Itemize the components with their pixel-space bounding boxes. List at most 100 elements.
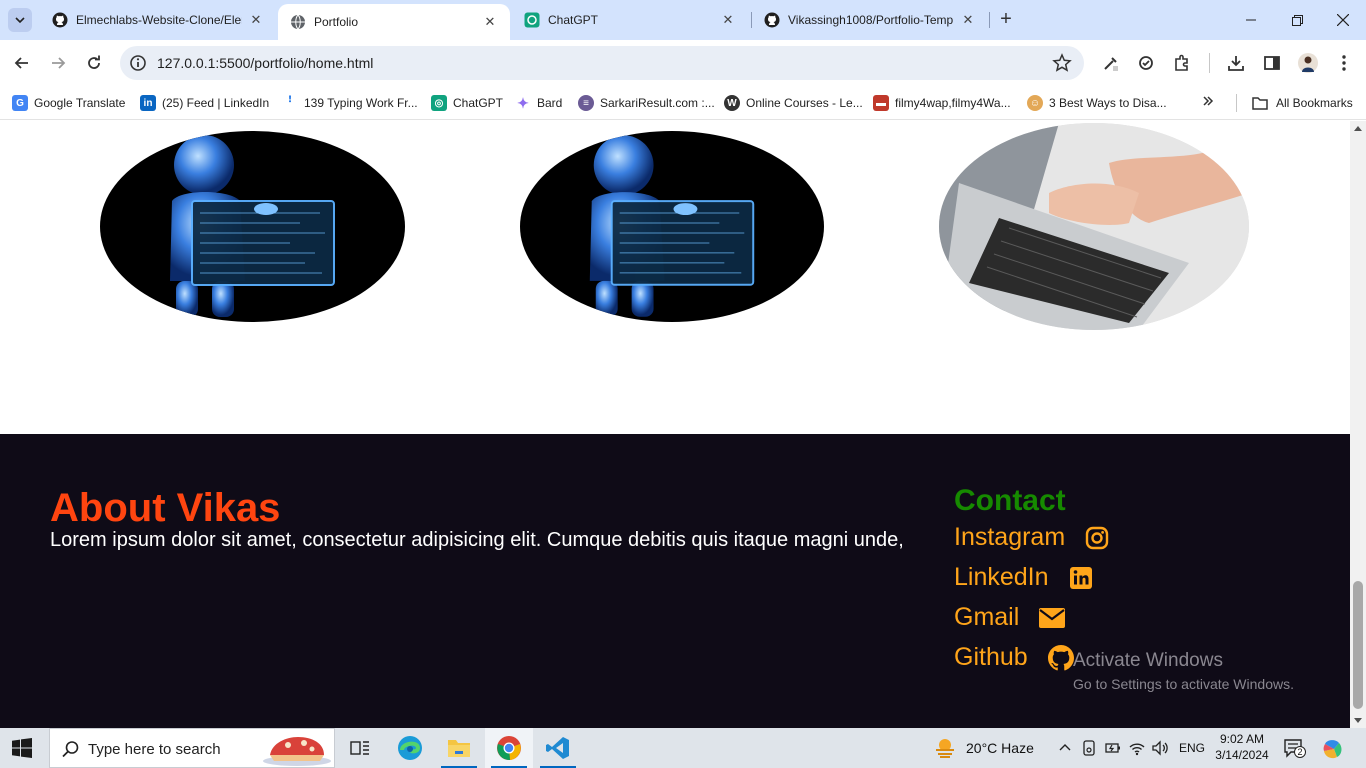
reload-icon [88, 55, 100, 69]
taskbar-edge[interactable] [386, 728, 434, 768]
bookmark-google-translate[interactable]: G Google Translate [12, 92, 125, 114]
colorful-app-icon [1323, 740, 1342, 759]
network-icon[interactable] [1128, 739, 1146, 757]
close-icon[interactable]: ✕ [720, 12, 736, 28]
folder-icon [448, 740, 470, 757]
reload-button[interactable] [78, 47, 110, 79]
battery-icon[interactable] [1104, 739, 1122, 757]
activate-windows-title: Activate Windows [1073, 650, 1223, 671]
film-icon: ▬ [873, 95, 889, 111]
contact-link-github[interactable]: Github [954, 643, 1074, 672]
contact-link-gmail[interactable]: Gmail [954, 603, 1066, 632]
scrollbar-thumb[interactable] [1353, 581, 1363, 709]
taskbar-file-explorer[interactable] [435, 728, 483, 768]
vscode-icon [546, 737, 569, 759]
weather-haze-icon[interactable] [934, 737, 956, 759]
contact-link-label: Gmail [954, 603, 1020, 631]
chevron-up-icon [1059, 744, 1071, 751]
battery-charging-icon [1105, 743, 1120, 753]
arrow-left-icon [14, 57, 28, 69]
downloads-button[interactable] [1225, 52, 1247, 74]
bookmark-sarkariresult[interactable]: ≡ SarkariResult.com :... [578, 92, 715, 114]
tab-elmechlabs[interactable]: Elmechlabs-Website-Clone/Elen ✕ [40, 0, 276, 40]
more-bookmarks-button[interactable] [1202, 95, 1214, 110]
all-bookmarks-button[interactable]: All Bookmarks [1252, 92, 1353, 114]
eyedropper-extension-button[interactable] [1100, 52, 1122, 74]
restore-button[interactable] [1274, 0, 1320, 40]
page-scrollbar[interactable] [1350, 121, 1366, 728]
sync-extension-button[interactable] [1135, 52, 1157, 74]
side-panel-button[interactable] [1261, 52, 1283, 74]
chrome-menu-button[interactable] [1333, 52, 1355, 74]
contact-link-label: Github [954, 643, 1028, 671]
linkedin-icon: in [140, 95, 156, 111]
bookmark-filmy4wap[interactable]: ▬ filmy4wap,filmy4Wa... [873, 92, 1011, 114]
bookmark-star-icon[interactable] [1052, 53, 1072, 73]
bookmark-best-ways[interactable]: ☺ 3 Best Ways to Disa... [1027, 92, 1167, 114]
tab-title: Vikassingh1008/Portfolio-Temp [788, 13, 954, 27]
url-text[interactable]: 127.0.0.1:5500/portfolio/home.html [157, 55, 373, 71]
close-window-button[interactable] [1320, 0, 1366, 40]
bookmark-bard[interactable]: ✦ Bard [515, 92, 562, 114]
bookmark-linkedin-feed[interactable]: in (25) Feed | LinkedIn [140, 92, 269, 114]
contact-link-label: Instagram [954, 523, 1066, 551]
tab-strip: Elmechlabs-Website-Clone/Elen ✕ Portfoli… [0, 0, 1366, 40]
activate-windows-subtitle: Go to Settings to activate Windows. [1073, 676, 1294, 692]
close-icon[interactable]: ✕ [248, 12, 264, 28]
robot-image-2 [520, 131, 824, 322]
extensions-button[interactable] [1171, 52, 1193, 74]
new-tab-button[interactable]: + [996, 9, 1016, 30]
taskbar-vscode[interactable] [534, 728, 582, 768]
notifications-button[interactable]: 2 [1284, 738, 1306, 760]
close-icon[interactable]: ✕ [960, 12, 976, 28]
folder-icon [1252, 97, 1268, 110]
forward-button[interactable] [42, 47, 74, 79]
more-vertical-icon [1342, 55, 1346, 71]
search-placeholder: Type here to search [88, 741, 221, 758]
clock-time: 9:02 AM [1219, 732, 1265, 746]
chevron-down-icon [15, 17, 25, 24]
meet-now-icon[interactable] [1080, 739, 1098, 757]
browser-toolbar: 127.0.0.1:5500/portfolio/home.html [0, 40, 1366, 86]
typing-icon: ꜝ [287, 95, 293, 111]
site-info-icon[interactable] [128, 53, 148, 73]
toolbar-divider [1209, 53, 1210, 73]
bookmark-chatgpt[interactable]: ◎ ChatGPT [431, 92, 503, 114]
back-button[interactable] [6, 47, 38, 79]
chatgpt-icon [524, 12, 540, 28]
show-hidden-icons-button[interactable] [1056, 739, 1074, 757]
windows-start-icon[interactable] [12, 738, 32, 758]
taskbar-chrome[interactable] [485, 728, 533, 768]
clock-date: 3/14/2024 [1215, 748, 1269, 762]
task-view-icon [350, 741, 369, 755]
taskbar-clock[interactable]: 9:02 AM 3/14/2024 [1210, 731, 1274, 763]
scroll-down-arrow-icon[interactable] [1354, 718, 1362, 723]
contact-link-label: LinkedIn [954, 563, 1049, 591]
copilot-prc-icon[interactable] [1322, 738, 1344, 760]
bookmark-typing-work[interactable]: ꜝ 139 Typing Work Fr... [282, 92, 418, 114]
tab-portfolio[interactable]: Portfolio ✕ [278, 4, 510, 40]
tab-chatgpt[interactable]: ChatGPT ✕ [512, 0, 748, 40]
contact-link-instagram[interactable]: Instagram [954, 523, 1109, 552]
robot-illustration [589, 135, 755, 317]
minimize-button[interactable] [1228, 0, 1274, 40]
taskbar-search[interactable]: Type here to search [49, 728, 335, 768]
language-indicator[interactable]: ENG [1179, 741, 1205, 755]
scroll-up-arrow-icon[interactable] [1354, 126, 1362, 131]
about-title: About Vikas [50, 486, 281, 530]
contact-link-linkedin[interactable]: LinkedIn [954, 563, 1093, 592]
wifi-icon [1129, 743, 1145, 756]
profile-button[interactable] [1297, 52, 1319, 74]
task-view-button[interactable] [336, 728, 384, 768]
volume-icon[interactable] [1151, 739, 1169, 757]
weather-text[interactable]: 20°C Haze [966, 740, 1034, 756]
device-icon [1083, 740, 1095, 756]
tab-search-button[interactable] [8, 8, 32, 32]
bookmark-label: Bard [537, 96, 563, 110]
close-icon[interactable]: ✕ [482, 14, 498, 30]
address-bar[interactable]: 127.0.0.1:5500/portfolio/home.html [120, 46, 1084, 80]
bookmark-online-courses[interactable]: W Online Courses - Le... [724, 92, 863, 114]
linkedin-icon [1069, 566, 1092, 589]
avatar [1298, 53, 1318, 73]
tab-portfolio-template[interactable]: Vikassingh1008/Portfolio-Temp ✕ [752, 0, 988, 40]
